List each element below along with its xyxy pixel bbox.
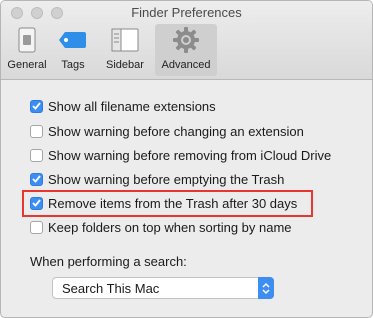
tab-advanced[interactable]: Advanced	[155, 24, 217, 76]
finder-preferences-window: Finder Preferences General Tags Sidebar …	[0, 0, 373, 318]
tab-tags[interactable]: Tags	[51, 24, 95, 76]
gear-icon	[172, 26, 200, 54]
window-title: Finder Preferences	[131, 5, 242, 20]
option-label: Remove items from the Trash after 30 day…	[48, 195, 298, 211]
option-folders-on-top[interactable]: Keep folders on top when sorting by name	[30, 218, 292, 236]
advanced-pane: Show all filename extensions Show warnin…	[1, 80, 372, 317]
option-label: Show all filename extensions	[48, 98, 216, 114]
tab-sidebar-label: Sidebar	[106, 59, 144, 71]
search-scope-value: Search This Mac	[62, 280, 160, 296]
option-label: Show warning before changing an extensio…	[48, 123, 304, 139]
option-warn-empty-trash[interactable]: Show warning before emptying the Trash	[30, 170, 284, 188]
checkbox[interactable]	[30, 196, 43, 210]
preferences-toolbar: General Tags Sidebar Advanced	[5, 24, 219, 77]
tab-tags-label: Tags	[61, 59, 85, 71]
sidebar-icon	[111, 26, 139, 54]
general-icon	[17, 26, 37, 54]
option-warn-change-extension[interactable]: Show warning before changing an extensio…	[30, 122, 304, 140]
checkbox[interactable]	[30, 99, 43, 113]
search-scope-label: When performing a search:	[30, 254, 187, 269]
checkbox[interactable]	[30, 124, 43, 138]
option-remove-trash-30-days[interactable]: Remove items from the Trash after 30 day…	[30, 194, 297, 212]
option-show-extensions[interactable]: Show all filename extensions	[30, 97, 216, 115]
option-label: Keep folders on top when sorting by name	[48, 219, 292, 235]
tab-sidebar[interactable]: Sidebar	[97, 24, 153, 76]
tab-advanced-label: Advanced	[161, 59, 211, 71]
chevron-updown-icon	[258, 277, 274, 299]
tab-general-label: General	[7, 59, 47, 71]
tab-general[interactable]: General	[5, 24, 49, 76]
checkbox[interactable]	[30, 220, 43, 234]
search-scope-select[interactable]: Search This Mac	[52, 277, 274, 299]
option-label: Show warning before removing from iCloud…	[48, 147, 332, 163]
option-warn-icloud-remove[interactable]: Show warning before removing from iCloud…	[30, 146, 331, 164]
checkbox[interactable]	[30, 148, 43, 162]
titlebar: Finder Preferences General Tags Sidebar …	[1, 1, 372, 80]
tag-icon	[58, 26, 88, 54]
checkbox[interactable]	[30, 172, 43, 186]
option-label: Show warning before emptying the Trash	[48, 171, 285, 187]
